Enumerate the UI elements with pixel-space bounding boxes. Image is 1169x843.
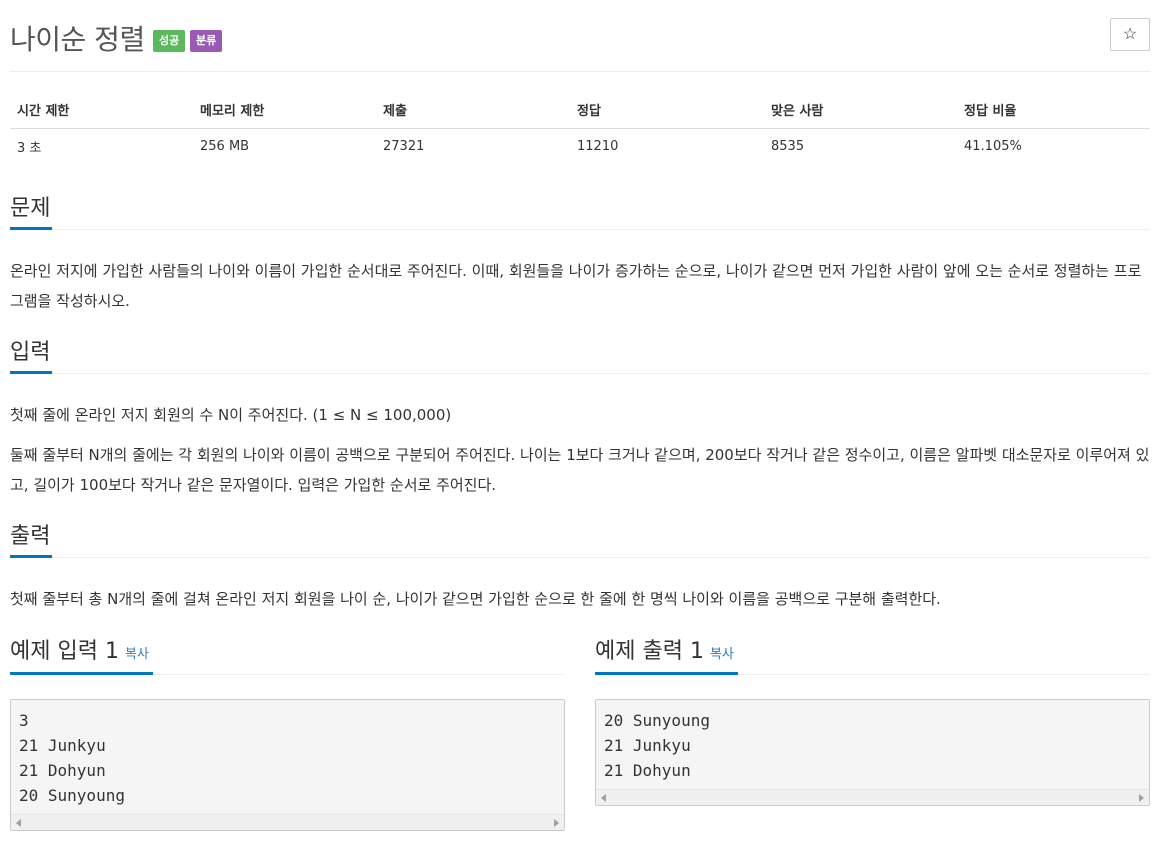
output-section-header: 출력: [10, 522, 1150, 558]
problem-header: 나이순 정렬 성공 분류 ☆: [10, 14, 1150, 72]
sample-input-content: 3 21 Junkyu 21 Dohyun 20 Sunyoung: [19, 711, 125, 805]
header-accept-rate: 정답 비율: [957, 92, 1150, 129]
scroll-left-icon[interactable]: [601, 794, 606, 802]
table-row: 3 초 256 MB 27321 11210 8535 41.105%: [10, 128, 1150, 164]
header-accepted: 정답: [570, 92, 764, 129]
problem-heading: 문제: [10, 194, 53, 230]
output-heading: 출력: [10, 522, 53, 558]
header-memory-limit: 메모리 제한: [193, 92, 376, 129]
scroll-left-icon[interactable]: [16, 819, 21, 827]
sample-output-content: 20 Sunyoung 21 Junkyu 21 Dohyun: [604, 711, 710, 780]
value-accept-rate: 41.105%: [964, 138, 1022, 154]
header-time-limit: 시간 제한: [10, 92, 193, 129]
sample-output-header: 예제 출력 1 복사: [595, 636, 1150, 675]
value-solvers: 8535: [771, 138, 805, 154]
sample-input-title-wrap: 예제 입력 1 복사: [10, 636, 153, 675]
input-heading: 입력: [10, 338, 53, 374]
problem-section-header: 문제: [10, 194, 1150, 230]
scroll-right-icon[interactable]: [1139, 794, 1144, 802]
header-solvers: 맞은 사람: [764, 92, 957, 129]
value-accepted: 11210: [577, 138, 619, 154]
value-time-limit: 3 초: [17, 140, 42, 156]
sample-input-scrollbar[interactable]: [11, 814, 564, 830]
output-description: 첫째 줄부터 총 N개의 줄에 걸쳐 온라인 저지 회원을 나이 순, 나이가 …: [10, 590, 941, 608]
input-description-line1: 첫째 줄에 온라인 저지 회원의 수 N이 주어진다. (1 ≤ N ≤ 100…: [10, 406, 452, 424]
scroll-right-icon[interactable]: [554, 819, 559, 827]
sample-output-title-wrap: 예제 출력 1 복사: [595, 636, 738, 675]
input-section-header: 입력: [10, 338, 1150, 374]
star-icon: ☆: [1122, 26, 1138, 43]
sample-output-title: 예제 출력 1: [595, 639, 704, 664]
category-badge[interactable]: 분류: [190, 30, 223, 52]
input-description-line2: 둘째 줄부터 N개의 줄에는 각 회원의 나이와 이름이 공백으로 구분되어 주…: [10, 446, 1150, 494]
sample-output-scrollbar[interactable]: [596, 789, 1149, 805]
page-title: 나이순 정렬: [10, 23, 145, 56]
table-header-row: 시간 제한 메모리 제한 제출 정답 맞은 사람 정답 비율: [10, 92, 1150, 129]
copy-sample-input-link[interactable]: 복사: [125, 647, 149, 662]
sample-input-title: 예제 입력 1: [10, 639, 119, 664]
problem-description: 온라인 저지에 가입한 사람들의 나이와 이름이 가입한 순서대로 주어진다. …: [10, 262, 1142, 310]
sample-input-box[interactable]: 3 21 Junkyu 21 Dohyun 20 Sunyoung: [10, 699, 565, 831]
star-button[interactable]: ☆: [1110, 18, 1150, 51]
value-memory-limit: 256 MB: [200, 138, 250, 154]
copy-sample-output-link[interactable]: 복사: [710, 647, 734, 662]
value-submissions: 27321: [383, 138, 425, 154]
sample-output-box[interactable]: 20 Sunyoung 21 Junkyu 21 Dohyun: [595, 699, 1150, 806]
problem-info-table: 시간 제한 메모리 제한 제출 정답 맞은 사람 정답 비율 3 초 256 M…: [10, 92, 1150, 164]
status-badge-success: 성공: [153, 30, 186, 52]
header-submissions: 제출: [376, 92, 570, 129]
sample-input-header: 예제 입력 1 복사: [10, 636, 565, 675]
